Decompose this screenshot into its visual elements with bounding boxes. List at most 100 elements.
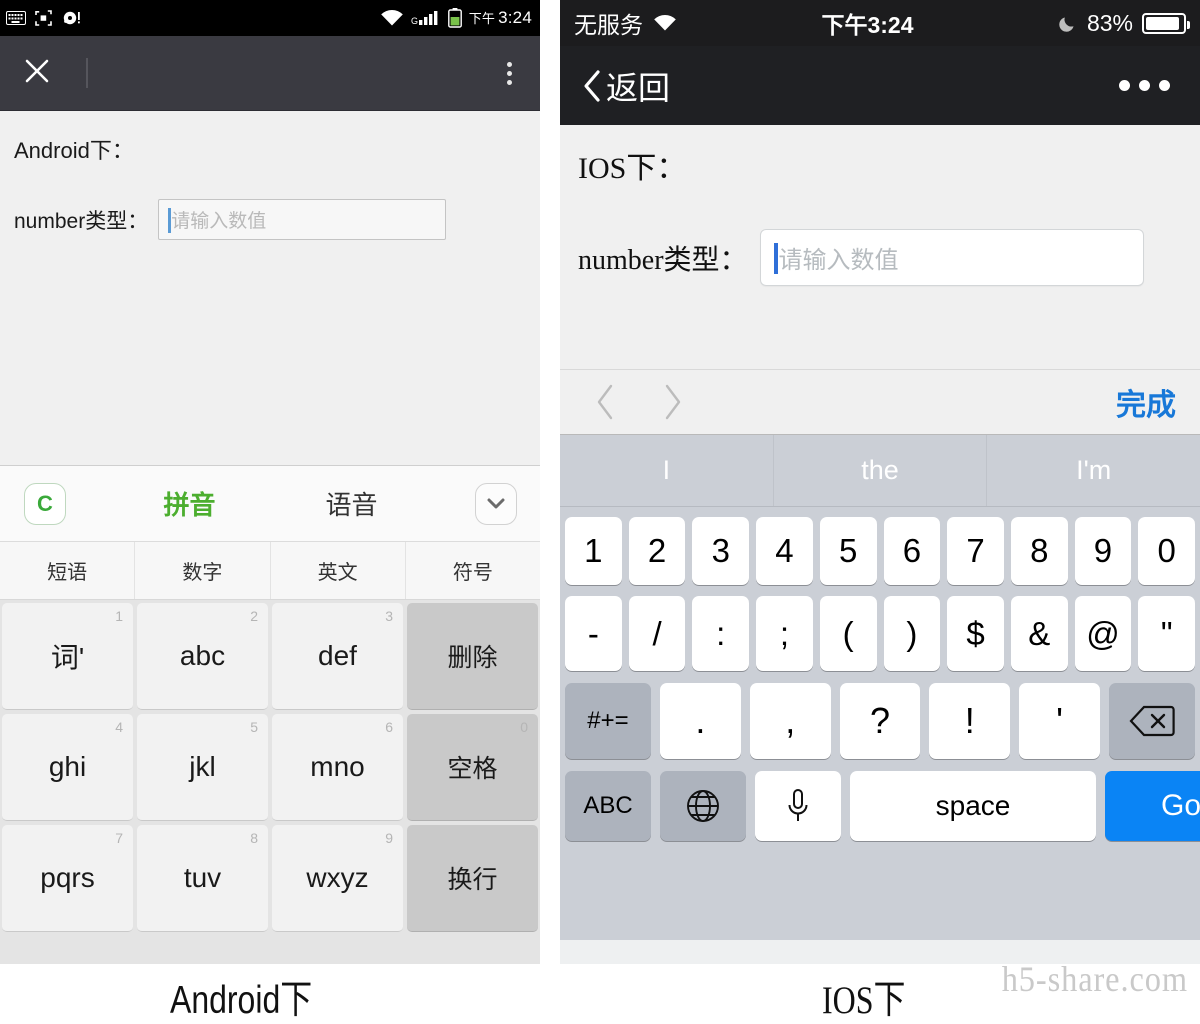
- key-label: wxyz: [306, 862, 369, 893]
- microphone-icon[interactable]: [755, 771, 841, 841]
- keyboard-toolbar: C 拼音 语音: [0, 466, 540, 542]
- key-number-label: 9: [385, 830, 393, 846]
- android-caption: Android下: [170, 979, 313, 1022]
- key-1[interactable]: 1: [565, 517, 622, 585]
- key-4[interactable]: 4: [756, 517, 813, 585]
- key-label: 删除: [447, 644, 498, 672]
- key-quote-double[interactable]: ": [1138, 596, 1196, 671]
- back-button[interactable]: 返回: [582, 63, 670, 109]
- key-label: 词': [50, 642, 85, 673]
- chevron-left-icon[interactable]: [594, 383, 616, 421]
- key-0[interactable]: 0: [1138, 517, 1196, 585]
- android-clock-time: 3:24: [498, 8, 532, 27]
- key-5[interactable]: 5: [819, 517, 877, 585]
- key-label: pqrs: [40, 862, 95, 893]
- key-abc[interactable]: 2 abc: [137, 603, 268, 710]
- prediction-item[interactable]: I: [560, 435, 774, 506]
- keyboard-tab-pinyin[interactable]: 拼音: [163, 485, 215, 522]
- android-clock-ampm: 下午: [468, 11, 496, 26]
- key-6[interactable]: 6: [883, 517, 941, 585]
- ios-keyboard-row-symbols: - / : ; ( ) $ & @ ": [560, 585, 1200, 671]
- key-slash[interactable]: /: [628, 596, 686, 671]
- key-number-label: 6: [385, 719, 393, 735]
- chevron-down-icon[interactable]: [475, 482, 517, 525]
- key-label: abc: [179, 640, 226, 671]
- done-button[interactable]: 完成: [1116, 380, 1176, 424]
- key-3[interactable]: 3: [692, 517, 750, 585]
- key-apostrophe[interactable]: ': [1019, 683, 1100, 759]
- key-comma[interactable]: ,: [749, 683, 831, 759]
- key-semicolon[interactable]: ;: [756, 596, 813, 671]
- key-number-label: 4: [115, 719, 123, 735]
- android-keyboard: C 拼音 语音 短语 数字 英文 符号 1 词' 2 abc 3 def 删除 …: [0, 465, 540, 964]
- key-abc-toggle[interactable]: ABC: [565, 771, 651, 841]
- key-ampersand[interactable]: &: [1010, 596, 1068, 671]
- key-number-label: 0: [520, 719, 528, 735]
- key-7[interactable]: 7: [947, 517, 1004, 585]
- ios-clock: 下午3:24: [821, 12, 914, 38]
- key-8[interactable]: 8: [1010, 517, 1068, 585]
- text-caret: [168, 208, 172, 233]
- toolbar-divider: [86, 58, 88, 88]
- key-symbols-toggle[interactable]: #+=: [565, 683, 651, 759]
- key-pqrs[interactable]: 7 pqrs: [2, 825, 133, 932]
- keyboard-subtab-english[interactable]: 英文: [271, 542, 406, 599]
- key-paren-open[interactable]: (: [819, 596, 877, 671]
- key-2[interactable]: 2: [628, 517, 686, 585]
- key-label: mno: [310, 751, 365, 782]
- key-ci[interactable]: 1 词': [2, 603, 133, 710]
- android-clock: 下午 3:24: [469, 8, 532, 28]
- key-period[interactable]: .: [660, 683, 741, 759]
- battery-icon: [1142, 12, 1190, 34]
- key-wxyz[interactable]: 9 wxyz: [272, 825, 403, 932]
- key-space[interactable]: space: [850, 771, 1096, 841]
- android-number-input-placeholder: 请输入数值: [171, 211, 267, 232]
- key-mno[interactable]: 6 mno: [272, 714, 403, 821]
- back-button-label: 返回: [606, 69, 671, 106]
- android-status-right-icons: G 下午 3:24: [380, 8, 532, 28]
- key-colon[interactable]: :: [692, 596, 750, 671]
- key-go[interactable]: Go: [1105, 771, 1200, 841]
- ios-page-title: IOS下：: [578, 152, 687, 185]
- overflow-menu-icon[interactable]: [507, 61, 512, 85]
- ios-number-input[interactable]: 请输入数值: [759, 229, 1144, 286]
- key-paren-close[interactable]: ): [883, 596, 941, 671]
- globe-icon[interactable]: [660, 771, 746, 841]
- prediction-item[interactable]: the: [774, 435, 988, 506]
- key-tuv[interactable]: 8 tuv: [137, 825, 268, 932]
- key-delete[interactable]: 删除: [407, 603, 538, 710]
- ios-battery-percent: 83%: [1086, 9, 1133, 36]
- prediction-item[interactable]: I'm: [987, 435, 1200, 506]
- key-newline[interactable]: 换行: [407, 825, 538, 932]
- ios-caption: IOS下: [822, 979, 906, 1022]
- ios-keyboard-row-bottom: ABC space Go: [560, 759, 1200, 855]
- key-9[interactable]: 9: [1074, 517, 1132, 585]
- keyboard-subtab-symbol[interactable]: 符号: [406, 542, 540, 599]
- key-label: ghi: [48, 751, 87, 782]
- key-question[interactable]: ?: [839, 683, 921, 759]
- key-ghi[interactable]: 4 ghi: [2, 714, 133, 821]
- close-icon[interactable]: [22, 56, 52, 91]
- ime-logo-icon[interactable]: C: [24, 482, 66, 525]
- ios-field-nav: [594, 383, 684, 421]
- key-def[interactable]: 3 def: [272, 603, 403, 710]
- key-at[interactable]: @: [1074, 596, 1132, 671]
- android-number-input[interactable]: 请输入数值: [158, 199, 447, 240]
- key-jkl[interactable]: 5 jkl: [137, 714, 268, 821]
- android-toolbar: [0, 36, 540, 111]
- alarm-icon: [61, 10, 82, 26]
- key-hyphen[interactable]: -: [565, 596, 622, 671]
- keyboard-subtab-number[interactable]: 数字: [135, 542, 271, 599]
- key-exclamation[interactable]: !: [929, 683, 1011, 759]
- key-label: def: [318, 640, 357, 671]
- key-dollar[interactable]: $: [947, 596, 1004, 671]
- key-number-label: 8: [250, 830, 258, 846]
- key-label: jkl: [189, 751, 216, 782]
- keyboard-subtab-phrase[interactable]: 短语: [0, 542, 136, 599]
- text-caret: [773, 243, 778, 274]
- backspace-icon[interactable]: [1108, 683, 1195, 759]
- more-dots-icon[interactable]: [1119, 80, 1170, 91]
- chevron-right-icon[interactable]: [662, 383, 684, 421]
- key-space[interactable]: 0 空格: [407, 714, 538, 821]
- keyboard-tab-voice[interactable]: 语音: [326, 485, 378, 522]
